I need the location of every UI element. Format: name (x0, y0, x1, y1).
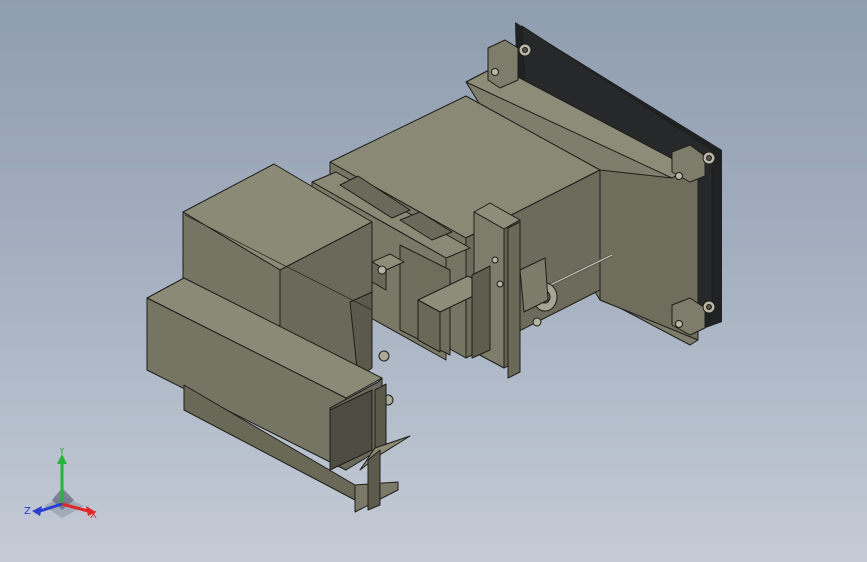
cad-model-viewport[interactable] (0, 0, 867, 562)
z-axis-label: Z (24, 506, 31, 517)
screw (491, 68, 499, 76)
screw (702, 151, 716, 165)
z-axis-head (32, 506, 42, 516)
screw (702, 300, 716, 314)
x-axis-label: X (90, 510, 97, 521)
y-axis-label: Y (58, 448, 66, 457)
screw (675, 320, 683, 328)
screw (675, 172, 683, 180)
view-orientation-triad[interactable]: Y X Z (22, 448, 112, 528)
screw (518, 43, 532, 57)
